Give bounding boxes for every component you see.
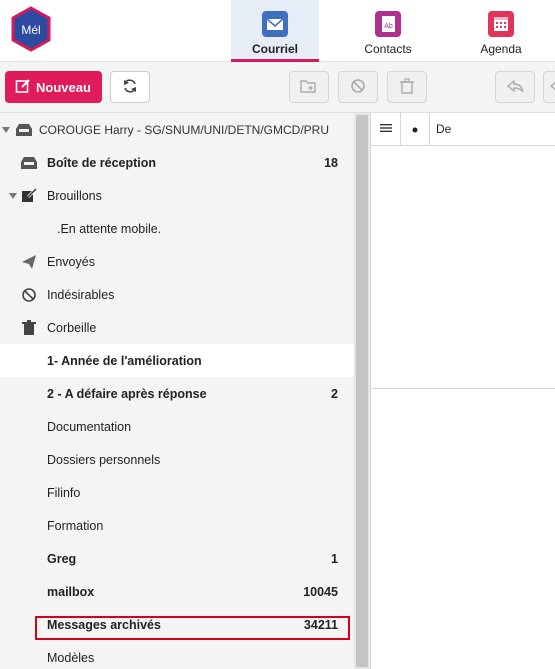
inbox-icon <box>20 154 38 172</box>
tab-agenda[interactable]: Agenda <box>457 0 545 62</box>
unread-count: 1 <box>331 551 338 566</box>
account-row[interactable]: COROUGE Harry - SG/SNUM/UNI/DETN/GMCD/PR… <box>0 113 354 146</box>
folder-scrollbar[interactable] <box>354 113 370 669</box>
folder-filinfo[interactable]: Filinfo <box>0 476 354 509</box>
logo-text: Mél <box>21 23 40 37</box>
folder-name: Envoyés <box>47 254 95 269</box>
toolbar: Nouveau <box>0 62 555 113</box>
folder-sent[interactable]: Envoyés <box>0 245 354 278</box>
folder-name: Modèles <box>47 650 95 665</box>
folder-name: Greg <box>47 551 77 566</box>
trash-icon <box>399 77 415 97</box>
svg-text:Ab: Ab <box>384 23 393 30</box>
unread-count: 10045 <box>303 584 338 599</box>
compose-icon <box>15 78 31 97</box>
top-nav: Mél Courriel Ab Contacts Agenda <box>0 0 555 62</box>
message-list-header: De <box>371 112 555 146</box>
contacts-icon: Ab <box>375 11 401 37</box>
reply-all-icon <box>548 78 555 97</box>
folder-name: Formation <box>47 518 104 533</box>
expand-arrow-icon[interactable] <box>2 126 12 134</box>
tab-contacts-label: Contacts <box>364 42 412 56</box>
unread-count: 2 <box>331 386 338 401</box>
tab-courriel-label: Courriel <box>251 42 298 56</box>
refresh-icon <box>122 78 138 97</box>
folder-name: Corbeille <box>47 320 97 335</box>
block-icon <box>20 286 38 304</box>
folder-documentation[interactable]: Documentation <box>0 410 354 443</box>
unread-column-header[interactable] <box>401 112 430 146</box>
folder-name: mailbox <box>47 584 95 599</box>
folder-name: Dossiers personnels <box>47 452 161 467</box>
folder-name: 2 - A défaire après réponse <box>47 386 207 401</box>
scroll-thumb[interactable] <box>356 115 368 667</box>
folder-name: Filinfo <box>47 485 81 500</box>
folder-a-defaire[interactable]: 2 - A défaire après réponse 2 <box>0 377 354 410</box>
block-icon <box>350 78 366 97</box>
folder-trash[interactable]: Corbeille <box>0 311 354 344</box>
send-icon <box>20 253 38 271</box>
reply-all-button[interactable] <box>543 71 555 103</box>
folder-en-attente-mobile[interactable]: .En attente mobile. <box>0 212 354 245</box>
mail-icon <box>262 11 288 37</box>
account-icon <box>12 123 36 137</box>
preview-divider <box>371 388 555 389</box>
unread-count: 34211 <box>303 617 338 632</box>
folder-name: Indésirables <box>47 287 115 302</box>
folder-greg[interactable]: Greg 1 <box>0 542 354 575</box>
folder-name: .En attente mobile. <box>57 221 162 236</box>
delete-button[interactable] <box>387 71 427 103</box>
unread-dot-icon <box>412 122 418 136</box>
spam-button[interactable] <box>338 71 378 103</box>
new-message-label: Nouveau <box>36 79 91 95</box>
trash-icon <box>20 319 38 337</box>
tab-agenda-label: Agenda <box>480 42 522 56</box>
calendar-icon <box>488 11 514 37</box>
list-options-button[interactable] <box>371 112 401 146</box>
tab-contacts[interactable]: Ab Contacts <box>344 0 432 62</box>
tab-courriel[interactable]: Courriel <box>231 0 319 62</box>
folder-name: Documentation <box>47 419 132 434</box>
unread-count: 18 <box>324 155 338 170</box>
folder-name: Brouillons <box>47 188 102 203</box>
folder-junk[interactable]: Indésirables <box>0 278 354 311</box>
new-message-button[interactable]: Nouveau <box>5 71 102 103</box>
reply-icon <box>506 78 524 97</box>
folder-name: 1- Année de l'amélioration <box>47 353 202 368</box>
collapse-arrow-icon[interactable] <box>9 192 17 200</box>
from-column-header[interactable]: De <box>430 122 451 136</box>
folder-name: Boîte de réception <box>47 155 157 170</box>
refresh-button[interactable] <box>110 71 150 103</box>
folder-mailbox[interactable]: mailbox 10045 <box>0 575 354 608</box>
folder-messages-archives[interactable]: Messages archivés 34211 <box>0 608 354 641</box>
drafts-icon <box>20 187 38 205</box>
account-label: COROUGE Harry - SG/SNUM/UNI/DETN/GMCD/PR… <box>39 122 330 137</box>
folder-formation[interactable]: Formation <box>0 509 354 542</box>
folder-drafts[interactable]: Brouillons <box>0 179 354 212</box>
folder-name: Messages archivés <box>47 617 161 632</box>
mel-logo[interactable]: Mél <box>10 6 52 52</box>
move-button[interactable] <box>289 71 329 103</box>
folder-modeles[interactable]: Modèles <box>0 641 354 669</box>
menu-icon <box>379 122 392 136</box>
folder-inbox[interactable]: Boîte de réception 18 <box>0 146 354 179</box>
folder-dossiers-personnels[interactable]: Dossiers personnels <box>0 443 354 476</box>
folder-list: COROUGE Harry - SG/SNUM/UNI/DETN/GMCD/PR… <box>0 113 354 669</box>
move-folder-icon <box>300 78 318 97</box>
message-list: De <box>370 112 555 669</box>
folder-annee-amelioration[interactable]: 1- Année de l'amélioration <box>0 344 354 377</box>
reply-button[interactable] <box>495 71 535 103</box>
